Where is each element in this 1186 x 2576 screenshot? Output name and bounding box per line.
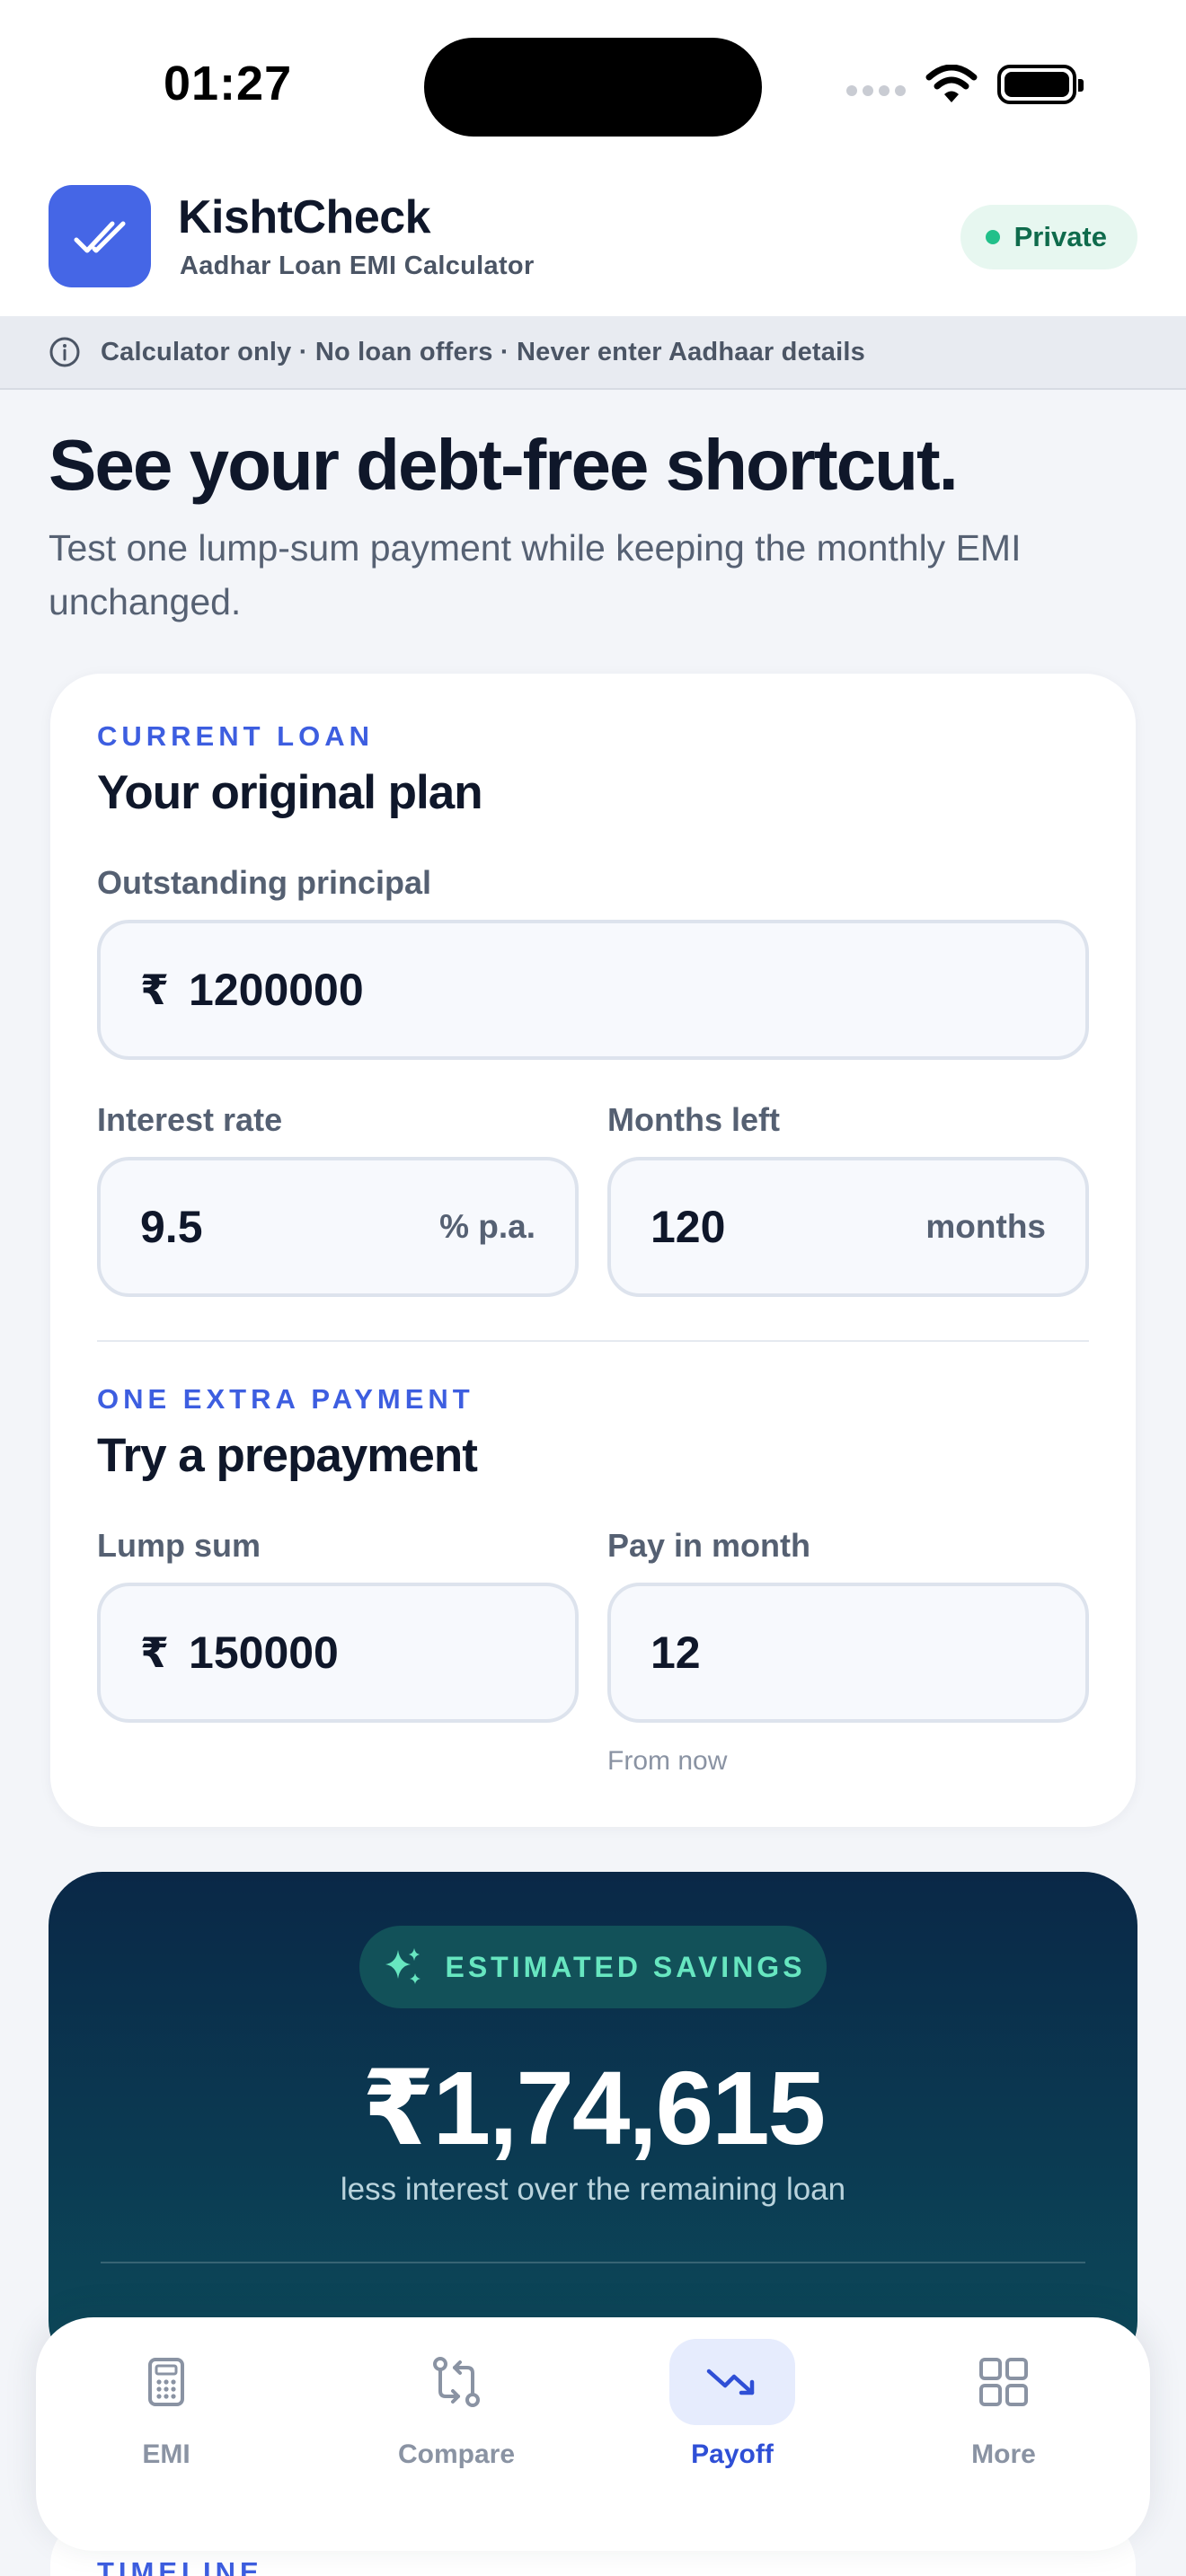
battery-icon	[997, 65, 1084, 104]
months-left-suffix: months	[925, 1208, 1046, 1245]
pay-in-month-label: Pay in month	[607, 1527, 811, 1564]
interest-rate-suffix: % p.a.	[439, 1208, 535, 1245]
estimated-savings-pill: ESTIMATED SAVINGS	[359, 1926, 827, 2008]
months-left-input[interactable]: 120 months	[607, 1157, 1089, 1297]
principal-value: 1200000	[189, 965, 364, 1015]
nav-icon-container	[103, 2339, 229, 2425]
lump-sum-input[interactable]: ₹ 150000	[97, 1583, 579, 1723]
rupee-prefix: ₹	[140, 966, 170, 1013]
section-eyebrow-extra-payment: ONE EXTRA PAYMENT	[97, 1383, 474, 1415]
savings-divider	[101, 2262, 1085, 2263]
pay-in-month-value: 12	[651, 1628, 701, 1678]
pay-in-month-input[interactable]: 12	[607, 1583, 1089, 1723]
disclaimer-banner: Calculator only · No loan offers · Never…	[0, 316, 1186, 390]
pay-in-month-helper: From now	[607, 1746, 728, 1776]
nav-item-emi[interactable]: EMI	[99, 2339, 234, 2510]
status-dot	[985, 230, 1000, 244]
bottom-nav: EMI Compare Payoff More	[36, 2317, 1150, 2551]
compare-arrows-icon	[433, 2357, 480, 2407]
savings-amount: ₹1,74,615	[361, 2050, 826, 2166]
sparkles-icon	[385, 1948, 421, 1984]
private-badge-label: Private	[1013, 221, 1107, 252]
trend-down-icon	[706, 2369, 755, 2395]
nav-label-more: More	[971, 2439, 1036, 2469]
info-icon	[49, 337, 80, 367]
nav-label-emi: EMI	[142, 2439, 190, 2469]
section-title-prepayment: Try a prepayment	[97, 1429, 478, 1482]
cellular-signal-icon	[846, 85, 906, 96]
status-time: 01:27	[164, 57, 293, 110]
wifi-icon	[925, 65, 978, 102]
status-bar: 01:27	[0, 0, 1186, 171]
section-eyebrow-current-loan: CURRENT LOAN	[97, 720, 374, 752]
page-title: See your debt-free shortcut.	[49, 425, 959, 505]
app-header: KishtCheck Aadhar Loan EMI Calculator Pr…	[0, 171, 1186, 316]
timeline-eyebrow: TIMELINE	[97, 2556, 263, 2576]
grid-icon	[979, 2358, 1028, 2406]
principal-input[interactable]: ₹ 1200000	[97, 920, 1089, 1060]
savings-description: less interest over the remaining loan	[340, 2172, 846, 2207]
nav-item-more[interactable]: More	[936, 2339, 1071, 2510]
savings-panel: ESTIMATED SAVINGS ₹1,74,615 less interes…	[49, 1872, 1137, 2375]
months-left-value: 120	[651, 1202, 726, 1252]
dynamic-island	[424, 38, 762, 137]
double-check-icon	[74, 221, 126, 253]
app-subtitle: Aadhar Loan EMI Calculator	[180, 251, 535, 280]
interest-rate-label: Interest rate	[97, 1101, 283, 1138]
interest-rate-input[interactable]: 9.5 % p.a.	[97, 1157, 579, 1297]
months-left-label: Months left	[607, 1101, 780, 1138]
estimated-savings-label: ESTIMATED SAVINGS	[445, 1950, 806, 1983]
nav-label-compare: Compare	[397, 2439, 516, 2469]
nav-icon-container	[669, 2339, 795, 2425]
disclaimer-text: Calculator only · No loan offers · Never…	[101, 337, 865, 366]
app-name: KishtCheck	[178, 191, 431, 243]
principal-label: Outstanding principal	[97, 864, 432, 901]
nav-icon-container	[941, 2339, 1067, 2425]
page-subtitle: Test one lump-sum payment while keeping …	[49, 527, 1022, 622]
app-logo	[49, 185, 151, 287]
loan-input-card: CURRENT LOAN Your original plan Outstand…	[50, 674, 1136, 1827]
nav-item-payoff[interactable]: Payoff	[665, 2339, 800, 2510]
rupee-prefix: ₹	[140, 1629, 170, 1676]
nav-item-compare[interactable]: Compare	[389, 2339, 524, 2510]
lump-sum-label: Lump sum	[97, 1527, 261, 1564]
interest-rate-value: 9.5	[140, 1202, 203, 1252]
section-divider	[97, 1340, 1089, 1342]
private-badge[interactable]: Private	[960, 205, 1137, 269]
section-title-original-plan: Your original plan	[97, 766, 483, 819]
nav-label-payoff: Payoff	[691, 2439, 774, 2469]
nav-icon-container	[394, 2339, 519, 2425]
calculator-icon	[148, 2358, 184, 2406]
status-icons	[846, 65, 1084, 104]
lump-sum-value: 150000	[189, 1628, 339, 1678]
